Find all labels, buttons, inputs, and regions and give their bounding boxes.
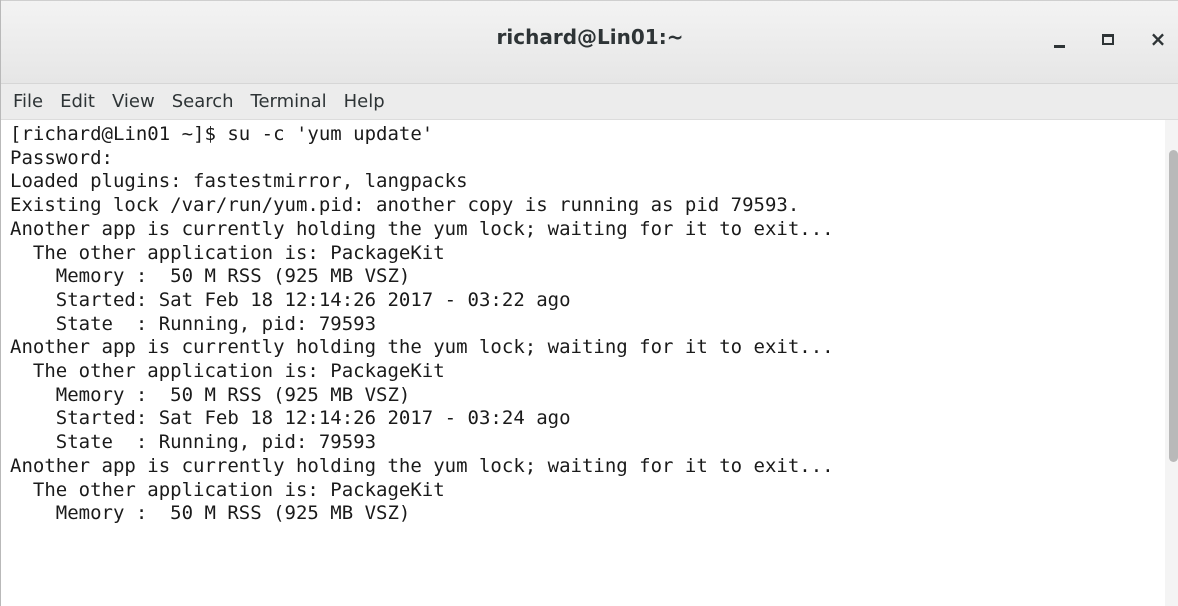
terminal-line: [richard@Lin01 ~]$ su -c 'yum update' bbox=[10, 123, 434, 145]
terminal-line: Started: Sat Feb 18 12:14:26 2017 - 03:2… bbox=[10, 407, 571, 430]
terminal-line: State : Running, pid: 79593 bbox=[10, 312, 377, 335]
maximize-icon bbox=[1102, 33, 1114, 45]
menu-bar: File Edit View Search Terminal Help bbox=[1, 84, 1178, 120]
menu-file[interactable]: File bbox=[13, 91, 43, 112]
maximize-button[interactable] bbox=[1091, 23, 1125, 55]
terminal-line: Another app is currently holding the yum… bbox=[10, 336, 834, 359]
window-title: richard@Lin01:~ bbox=[496, 25, 684, 49]
terminal-line: Loaded plugins: fastestmirror, langpacks bbox=[10, 170, 468, 193]
close-button[interactable]: × bbox=[1141, 23, 1175, 55]
terminal-line: Another app is currently holding the yum… bbox=[10, 454, 834, 477]
title-bar[interactable]: richard@Lin01:~ × bbox=[1, 0, 1178, 84]
terminal-line: Password: bbox=[10, 146, 113, 169]
terminal-line: The other application is: PackageKit bbox=[10, 241, 445, 264]
terminal-line: The other application is: PackageKit bbox=[10, 360, 445, 383]
terminal-line: Existing lock /var/run/yum.pid: another … bbox=[10, 194, 800, 217]
terminal-output[interactable]: [richard@Lin01 ~]$ su -c 'yum update' Pa… bbox=[1, 120, 1161, 606]
menu-view[interactable]: View bbox=[112, 91, 155, 112]
minimize-icon bbox=[1053, 44, 1065, 48]
minimize-button[interactable] bbox=[1042, 23, 1076, 55]
menu-search[interactable]: Search bbox=[172, 91, 234, 112]
terminal-window: richard@Lin01:~ × File Edit View Search … bbox=[0, 0, 1178, 606]
terminal-line: State : Running, pid: 79593 bbox=[10, 431, 377, 454]
menu-edit[interactable]: Edit bbox=[60, 91, 95, 112]
terminal-line: Started: Sat Feb 18 12:14:26 2017 - 03:2… bbox=[10, 288, 571, 311]
close-icon: × bbox=[1149, 27, 1167, 51]
terminal-line: Memory : 50 M RSS (925 MB VSZ) bbox=[10, 502, 411, 525]
terminal-line: The other application is: PackageKit bbox=[10, 478, 445, 501]
scrollbar-thumb[interactable] bbox=[1169, 150, 1178, 462]
terminal-line: Memory : 50 M RSS (925 MB VSZ) bbox=[10, 265, 411, 288]
menu-help[interactable]: Help bbox=[344, 91, 385, 112]
terminal-line: Memory : 50 M RSS (925 MB VSZ) bbox=[10, 383, 411, 406]
vertical-scrollbar[interactable] bbox=[1165, 120, 1178, 606]
terminal-line: Another app is currently holding the yum… bbox=[10, 217, 834, 240]
menu-terminal[interactable]: Terminal bbox=[251, 91, 327, 112]
